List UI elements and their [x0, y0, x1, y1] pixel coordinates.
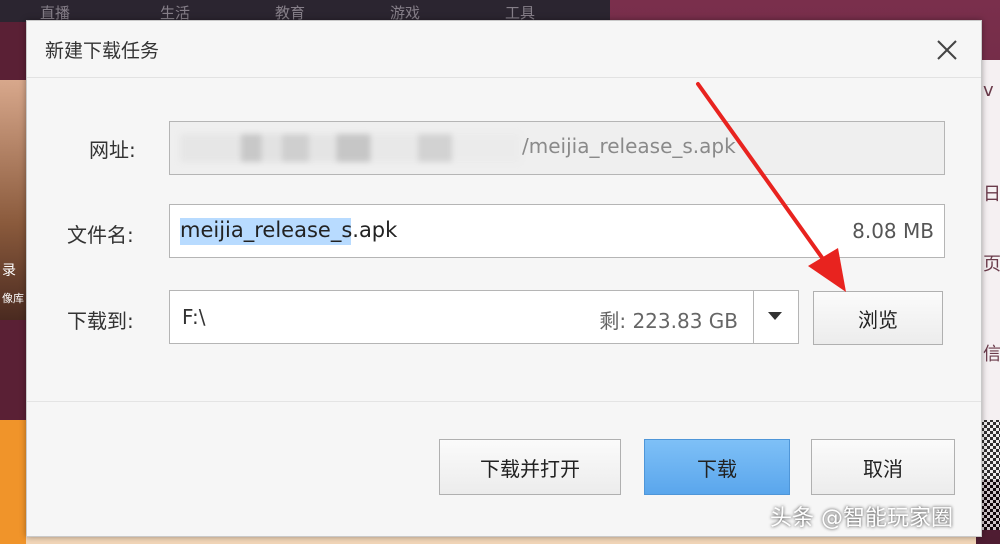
footer-divider [27, 401, 981, 402]
destination-label: 下载到: [67, 309, 134, 333]
background-strip-text: 日 [983, 184, 1000, 205]
background-left-banner [0, 420, 26, 544]
title-divider [27, 77, 981, 78]
destination-dropdown-button[interactable] [754, 291, 798, 343]
close-icon [937, 40, 957, 60]
background-strip-text: 像库 [2, 292, 24, 305]
download-button[interactable]: 下载 [644, 439, 790, 495]
new-download-dialog: 新建下载任务 网址: /meijia_release_s.apk 文件名: me… [26, 20, 982, 537]
filename-value: meijia_release_s.apk [180, 218, 398, 242]
browse-button[interactable]: 浏览 [813, 291, 943, 345]
background-right-strip: ​v 日 页 信 [980, 60, 1000, 480]
destination-field[interactable]: F:\ 剩: 223.83 GB [169, 290, 799, 344]
background-strip-text: ​v [983, 80, 994, 101]
background-nav-bar: 直播 生活 教育 游戏 工具 [0, 0, 610, 22]
download-and-open-button[interactable]: 下载并打开 [439, 439, 621, 495]
caret-down-icon [768, 312, 782, 320]
background-strip-text: 录 [2, 263, 16, 279]
url-value: /meijia_release_s.apk [522, 134, 736, 158]
filename-input[interactable]: meijia_release_s.apk 8.08 MB [169, 204, 945, 258]
close-button[interactable] [932, 35, 962, 65]
filename-label: 文件名: [67, 223, 134, 247]
url-field[interactable]: /meijia_release_s.apk [169, 121, 945, 175]
free-space: 剩: 223.83 GB [599, 309, 738, 333]
background-strip-text: 页 [983, 254, 1000, 275]
background-strip-text: 信 [983, 344, 1000, 365]
file-size: 8.08 MB [852, 219, 934, 243]
url-blurred-portion [180, 134, 520, 162]
dialog-title: 新建下载任务 [45, 40, 160, 62]
watermark: 头条 @智能玩家圈 [770, 506, 953, 531]
destination-path: F:\ [182, 305, 206, 329]
cancel-button[interactable]: 取消 [811, 439, 955, 495]
background-left-image: 录 像库 [0, 80, 26, 320]
